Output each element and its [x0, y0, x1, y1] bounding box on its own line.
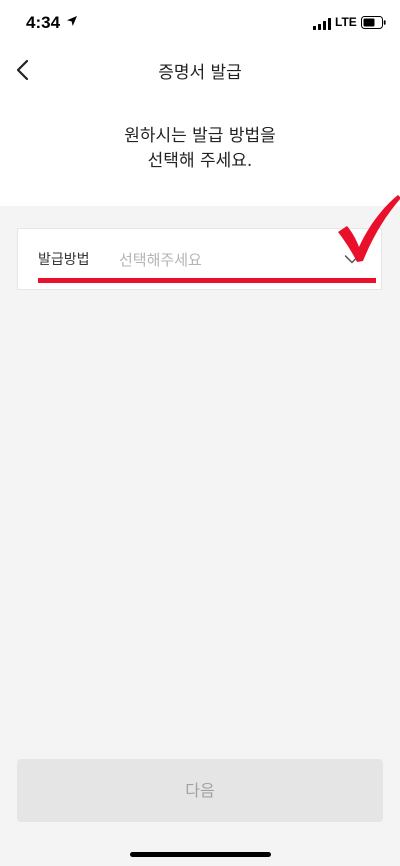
page-title: 증명서 발급 [158, 63, 242, 83]
location-arrow-icon [67, 16, 77, 26]
status-time: 4:34 [26, 13, 61, 32]
signal-bars-icon [313, 18, 331, 30]
battery-icon [361, 16, 386, 29]
guide-text: 원하시는 발급 방법을 선택해 주세요. [0, 124, 400, 174]
issuance-method-placeholder: 선택해주세요 [119, 251, 202, 269]
next-button[interactable]: 다음 [17, 759, 383, 822]
guide-line-2: 선택해 주세요. [147, 151, 253, 171]
issuance-method-label: 발급방법 [38, 252, 90, 268]
guide-line-1: 원하시는 발급 방법을 [124, 126, 276, 146]
highlight-underline [38, 278, 376, 283]
network-type: LTE [335, 15, 357, 29]
status-bar: 4:34 LTE [0, 0, 400, 44]
home-indicator [130, 852, 271, 857]
checkmark-icon [338, 195, 400, 262]
